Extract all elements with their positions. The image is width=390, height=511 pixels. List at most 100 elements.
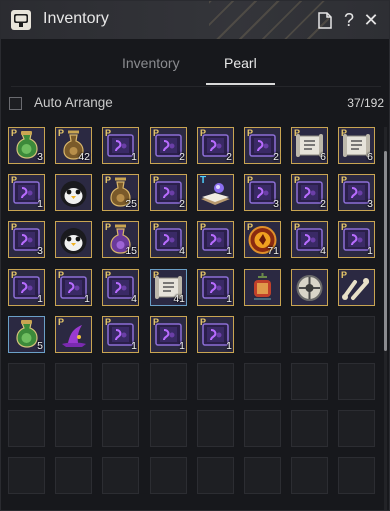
empty-slot[interactable] (291, 316, 328, 353)
item-slot-scroll[interactable]: P 41 (150, 269, 187, 306)
item-slot-amber-potion[interactable]: P 25 (102, 174, 139, 211)
item-quantity: 1 (179, 340, 185, 352)
auto-arrange-checkbox[interactable] (9, 97, 22, 110)
empty-slot[interactable] (197, 457, 234, 494)
empty-slot[interactable] (8, 363, 45, 400)
empty-slot[interactable] (338, 410, 375, 447)
item-slot-scroll[interactable]: P6 (338, 127, 375, 164)
item-slot-green-potion[interactable]: 5 (8, 316, 45, 353)
empty-slot[interactable] (8, 410, 45, 447)
tab-inventory[interactable]: Inventory (122, 55, 180, 71)
close-icon[interactable]: ✕ (361, 9, 381, 31)
empty-slot[interactable] (291, 410, 328, 447)
pearl-item-marker: P (200, 270, 207, 280)
auto-arrange-label[interactable]: Auto Arrange (34, 95, 113, 110)
empty-slot[interactable] (102, 363, 139, 400)
item-slot-purple-book[interactable]: P3 (244, 174, 281, 211)
item-slot-open-book[interactable]: T (197, 174, 234, 211)
item-slot-purple-book[interactable]: P2 (197, 127, 234, 164)
help-icon[interactable]: ? (339, 9, 359, 31)
item-slot-purple-book[interactable]: P2 (150, 127, 187, 164)
empty-slot[interactable] (102, 457, 139, 494)
pearl-item-marker: P (247, 175, 254, 185)
empty-slot[interactable] (55, 410, 92, 447)
item-type-marker: T (200, 175, 207, 186)
item-quantity: 2 (273, 151, 279, 163)
pearl-item-marker: P (341, 175, 348, 185)
item-slot-purple-book[interactable]: P3 (8, 221, 45, 258)
item-slot-purple-book[interactable]: P4 (102, 269, 139, 306)
empty-slot[interactable] (150, 457, 187, 494)
item-slot-purple-book[interactable]: P4 (291, 221, 328, 258)
item-slot-purple-book[interactable]: P1 (8, 174, 45, 211)
title-bar[interactable]: Inventory ? ✕ (1, 1, 389, 39)
item-quantity: 2 (226, 151, 232, 163)
item-slot-purple-book[interactable]: P1 (102, 127, 139, 164)
item-slot-purple-book[interactable]: P2 (291, 174, 328, 211)
empty-slot[interactable] (291, 457, 328, 494)
empty-slot[interactable] (244, 363, 281, 400)
empty-slot[interactable] (291, 363, 328, 400)
item-slot-purple-book[interactable]: P1 (102, 316, 139, 353)
item-slot-purple-book[interactable]: P3 (338, 174, 375, 211)
item-slot-bones[interactable]: P (338, 269, 375, 306)
empty-slot[interactable] (338, 457, 375, 494)
empty-slot[interactable] (244, 316, 281, 353)
item-slot-compass[interactable] (291, 269, 328, 306)
pearl-item-marker: P (11, 175, 18, 185)
item-slot-green-potion[interactable]: P3 (8, 127, 45, 164)
scrollbar-thumb[interactable] (384, 151, 387, 351)
empty-slot[interactable] (338, 363, 375, 400)
item-slot-purple-book[interactable]: P1 (197, 269, 234, 306)
item-slot-purple-book[interactable]: P1 (8, 269, 45, 306)
pearl-item-marker: P (341, 270, 348, 280)
empty-slot[interactable] (244, 410, 281, 447)
pearl-item-marker: P (153, 222, 160, 232)
item-slot-purple-book[interactable]: P1 (55, 269, 92, 306)
item-quantity: 6 (320, 151, 326, 163)
pearl-item-marker: P (153, 175, 160, 185)
pearl-item-marker: P (341, 222, 348, 232)
active-tab-indicator (206, 83, 275, 85)
item-quantity: 1 (367, 245, 373, 257)
item-quantity: 2 (179, 198, 185, 210)
pearl-item-marker: P (11, 270, 18, 280)
item-slot-purple-book[interactable]: P1 (338, 221, 375, 258)
tab-pearl[interactable]: Pearl (224, 55, 257, 71)
empty-slot[interactable] (197, 410, 234, 447)
item-slot-fire-orb[interactable]: P 71 (244, 221, 281, 258)
pearl-item-marker: P (105, 175, 112, 185)
empty-slot[interactable] (150, 363, 187, 400)
item-quantity: 2 (179, 151, 185, 163)
item-slot-witch-hat[interactable]: P (55, 316, 92, 353)
item-slot-penguin[interactable] (55, 221, 92, 258)
item-quantity: 3 (37, 245, 43, 257)
item-slot-purple-book[interactable]: P1 (197, 316, 234, 353)
empty-slot[interactable] (8, 457, 45, 494)
item-slot-purple-book[interactable]: P2 (150, 174, 187, 211)
empty-slot[interactable] (244, 457, 281, 494)
empty-slot[interactable] (55, 457, 92, 494)
pearl-item-marker: P (105, 222, 112, 232)
item-quantity: 3 (273, 198, 279, 210)
pearl-item-marker: P (11, 222, 18, 232)
item-slot-purple-potion[interactable]: P 15 (102, 221, 139, 258)
item-quantity: 1 (84, 293, 90, 305)
item-slot-amber-potion[interactable]: P 42 (55, 127, 92, 164)
item-slot-scroll[interactable]: P6 (291, 127, 328, 164)
empty-slot[interactable] (338, 316, 375, 353)
item-slot-penguin[interactable] (55, 174, 92, 211)
item-quantity: 3 (367, 198, 373, 210)
item-slot-red-lantern[interactable] (244, 269, 281, 306)
item-slot-purple-book[interactable]: P2 (244, 127, 281, 164)
empty-slot[interactable] (150, 410, 187, 447)
empty-slot[interactable] (197, 363, 234, 400)
item-slot-purple-book[interactable]: P4 (150, 221, 187, 258)
empty-slot[interactable] (55, 363, 92, 400)
empty-slot[interactable] (102, 410, 139, 447)
item-slot-purple-book[interactable]: P1 (197, 221, 234, 258)
document-icon[interactable] (315, 9, 335, 31)
item-slot-purple-book[interactable]: P1 (150, 316, 187, 353)
inventory-capacity: 37/192 (347, 96, 384, 110)
pearl-item-marker: P (294, 175, 301, 185)
